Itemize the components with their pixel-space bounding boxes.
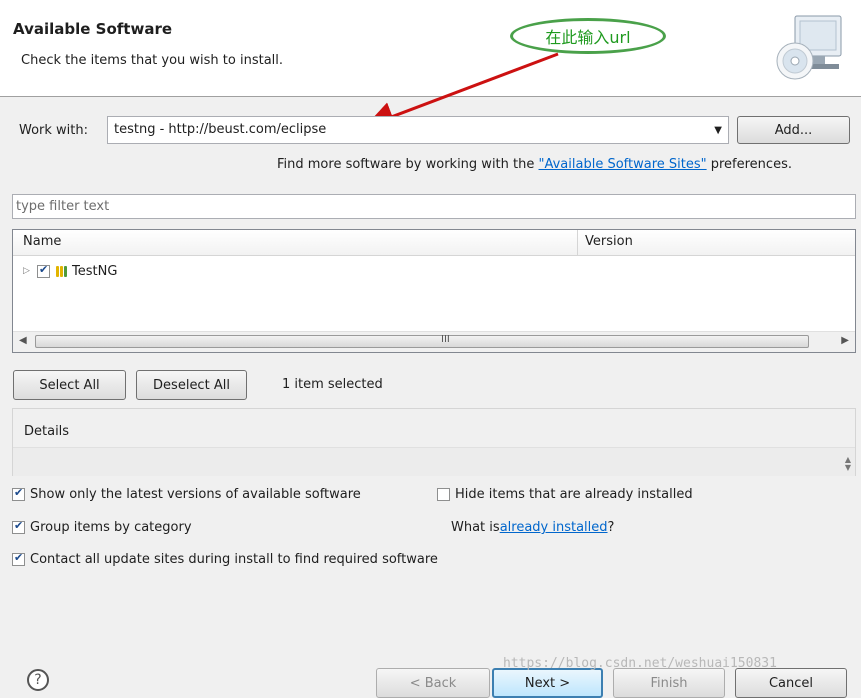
filter-placeholder: type filter text bbox=[16, 199, 110, 214]
option-latest-only[interactable]: Show only the latest versions of availab… bbox=[12, 486, 361, 502]
work-with-label: Work with: bbox=[19, 123, 89, 138]
page-description: Check the items that you wish to install… bbox=[21, 53, 284, 68]
what-is-prefix: What is bbox=[451, 520, 500, 535]
latest-only-label: Show only the latest versions of availab… bbox=[30, 487, 361, 502]
contact-all-sites-checkbox[interactable] bbox=[12, 551, 25, 566]
title-banner: Available Software Check the items that … bbox=[0, 0, 861, 97]
table-row[interactable]: ▷ TestNG bbox=[23, 261, 117, 281]
hide-installed-label: Hide items that are already installed bbox=[455, 487, 693, 502]
column-header-version[interactable]: Version bbox=[585, 234, 633, 249]
column-divider[interactable] bbox=[577, 230, 578, 255]
filter-input[interactable]: type filter text bbox=[12, 194, 856, 219]
watermark-text: https://blog.csdn.net/weshuai150831 bbox=[503, 656, 777, 671]
finish-button[interactable]: Finish bbox=[613, 668, 725, 698]
contact-all-sites-label: Contact all update sites during install … bbox=[30, 552, 438, 567]
selection-count: 1 item selected bbox=[282, 377, 383, 392]
group-by-category-checkbox[interactable] bbox=[12, 519, 25, 534]
group-by-category-label: Group items by category bbox=[30, 520, 192, 535]
hint-suffix: preferences. bbox=[706, 157, 792, 172]
cancel-button[interactable]: Cancel bbox=[735, 668, 847, 698]
column-header-name[interactable]: Name bbox=[23, 234, 61, 249]
details-label: Details bbox=[24, 424, 70, 439]
scroll-thumb[interactable]: III bbox=[35, 334, 809, 348]
help-icon[interactable]: ? bbox=[27, 669, 49, 691]
table-header: Name Version bbox=[13, 230, 855, 256]
scroll-right-icon[interactable]: ▶ bbox=[841, 335, 849, 346]
option-hide-installed[interactable]: Hide items that are already installed bbox=[437, 487, 693, 502]
next-button[interactable]: Next > bbox=[492, 668, 603, 698]
details-spin-icon[interactable]: ▲ ▼ bbox=[845, 456, 851, 472]
latest-only-checkbox[interactable] bbox=[12, 486, 25, 501]
hint-prefix: Find more software by working with the bbox=[277, 157, 539, 172]
what-is-suffix: ? bbox=[607, 520, 615, 535]
expand-arrow-icon[interactable]: ▷ bbox=[23, 266, 37, 276]
hide-installed-checkbox[interactable] bbox=[437, 488, 450, 501]
software-table[interactable]: Name Version ▷ TestNG ◀ III ▶ bbox=[12, 229, 856, 353]
category-icon bbox=[56, 265, 67, 277]
deselect-all-button[interactable]: Deselect All bbox=[136, 370, 247, 400]
what-is-installed: What is already installed? bbox=[451, 520, 614, 535]
back-button[interactable]: < Back bbox=[376, 668, 490, 698]
testng-label: TestNG bbox=[72, 263, 118, 279]
select-all-button[interactable]: Select All bbox=[13, 370, 126, 400]
available-software-sites-link[interactable]: "Available Software Sites" bbox=[539, 157, 707, 172]
details-group: Details ▲ ▼ bbox=[12, 408, 856, 476]
page-title: Available Software bbox=[13, 20, 173, 38]
already-installed-link[interactable]: already installed bbox=[500, 520, 608, 535]
work-with-value: testng - http://beust.com/eclipse bbox=[114, 122, 327, 137]
annotation-callout: 在此输入url bbox=[510, 18, 666, 54]
scroll-left-icon[interactable]: ◀ bbox=[19, 335, 27, 346]
option-contact-all-sites[interactable]: Contact all update sites during install … bbox=[12, 551, 438, 567]
option-group-by-category[interactable]: Group items by category bbox=[12, 519, 192, 535]
dropdown-arrow-icon[interactable]: ▼ bbox=[714, 125, 722, 136]
add-site-button[interactable]: Add... bbox=[737, 116, 850, 144]
details-text-area[interactable]: ▲ ▼ bbox=[13, 447, 855, 476]
install-software-icon bbox=[776, 15, 842, 80]
horizontal-scrollbar[interactable]: ◀ III ▶ bbox=[13, 331, 855, 352]
work-with-combo[interactable]: testng - http://beust.com/eclipse ▼ bbox=[107, 116, 729, 144]
sites-hint: Find more software by working with the "… bbox=[277, 157, 792, 172]
testng-checkbox[interactable] bbox=[37, 263, 50, 278]
scroll-grip: III bbox=[441, 334, 450, 345]
